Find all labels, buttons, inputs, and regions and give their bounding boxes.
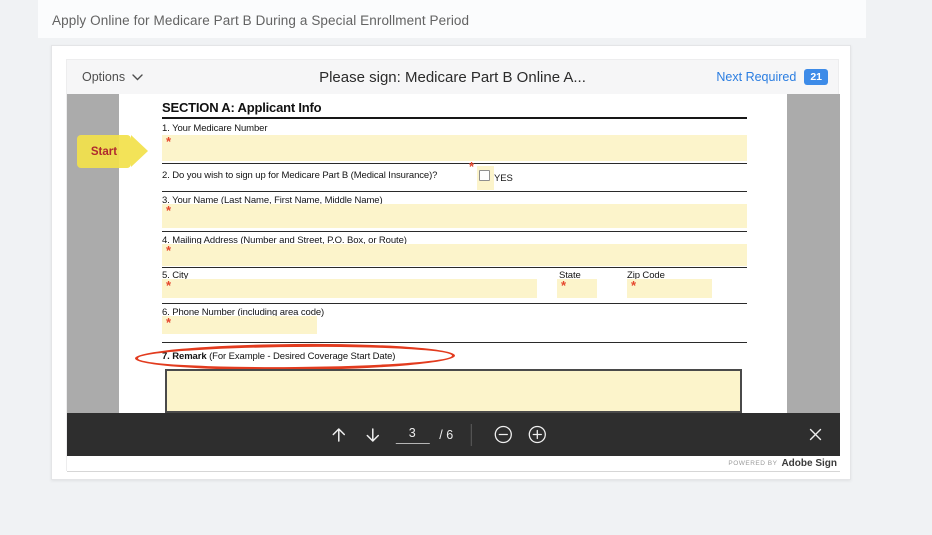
sign-toolbar: Options Please sign: Medicare Part B Onl…	[67, 60, 838, 94]
form-divider	[162, 191, 747, 192]
zoom-in-button[interactable]	[524, 413, 550, 456]
start-arrow-icon	[131, 135, 148, 167]
powered-by-label: POWERED BY	[728, 460, 777, 467]
remark-textarea[interactable]	[165, 369, 742, 413]
form-divider	[162, 163, 747, 164]
document-viewer: Options Please sign: Medicare Part B Onl…	[66, 59, 839, 471]
required-asterisk: *	[469, 160, 474, 173]
page-gutter-right	[787, 94, 840, 413]
required-asterisk: *	[631, 279, 636, 292]
your-name-input[interactable]: *	[162, 204, 747, 228]
required-asterisk: *	[561, 279, 566, 292]
toolbar-divider	[471, 424, 472, 446]
total-pages: 6	[446, 428, 453, 442]
required-asterisk: *	[166, 204, 171, 217]
form-divider	[162, 231, 747, 232]
medicare-number-input[interactable]: *	[162, 135, 747, 161]
required-asterisk: *	[166, 316, 171, 329]
city-input[interactable]: *	[162, 279, 537, 298]
form-divider	[162, 342, 747, 343]
start-tab-label: Start	[91, 146, 117, 158]
section-title: SECTION A: Applicant Info	[162, 100, 321, 115]
close-viewer-button[interactable]	[798, 413, 832, 456]
esign-widget-card: Options Please sign: Medicare Part B Onl…	[51, 45, 851, 480]
required-asterisk: *	[166, 279, 171, 292]
yes-checkbox-label: YES	[494, 173, 513, 184]
state-input[interactable]: *	[557, 279, 597, 298]
field-label-medicare-number: 1. Your Medicare Number	[162, 123, 267, 134]
next-required-button[interactable]: Next Required 21	[716, 60, 828, 94]
document-page: SECTION A: Applicant Info 1. Your Medica…	[67, 94, 840, 413]
close-icon	[808, 427, 823, 442]
next-page-button[interactable]	[359, 413, 385, 456]
form-divider	[162, 303, 747, 304]
required-asterisk: *	[166, 244, 171, 257]
yes-checkbox[interactable]	[479, 170, 490, 181]
page-title: Apply Online for Medicare Part B During …	[52, 13, 469, 28]
page-nav-bar: 3 / 6	[67, 413, 840, 456]
mailing-address-input[interactable]: *	[162, 244, 747, 266]
phone-number-input[interactable]: *	[162, 316, 317, 334]
section-underline	[162, 117, 747, 119]
next-required-label: Next Required	[716, 70, 796, 84]
powered-by-footer: POWERED BY Adobe Sign	[67, 456, 840, 472]
field-label-signup-question: 2. Do you wish to sign up for Medicare P…	[162, 170, 437, 181]
required-asterisk: *	[166, 135, 171, 148]
start-tab[interactable]: Start	[77, 135, 149, 168]
required-count-badge: 21	[804, 69, 828, 85]
adobe-sign-brand: Adobe Sign	[781, 458, 837, 469]
zip-code-input[interactable]: *	[627, 279, 712, 298]
zoom-out-button[interactable]	[490, 413, 516, 456]
page-number-input[interactable]: 3	[395, 426, 429, 444]
arrow-up-icon	[329, 426, 347, 444]
arrow-down-icon	[363, 426, 381, 444]
zoom-in-icon	[528, 425, 547, 444]
zoom-out-icon	[494, 425, 513, 444]
page-count: / 6	[439, 428, 453, 442]
previous-page-button[interactable]	[325, 413, 351, 456]
page-separator: /	[439, 428, 442, 442]
red-circle-annotation	[135, 343, 455, 372]
form-divider	[162, 267, 747, 268]
